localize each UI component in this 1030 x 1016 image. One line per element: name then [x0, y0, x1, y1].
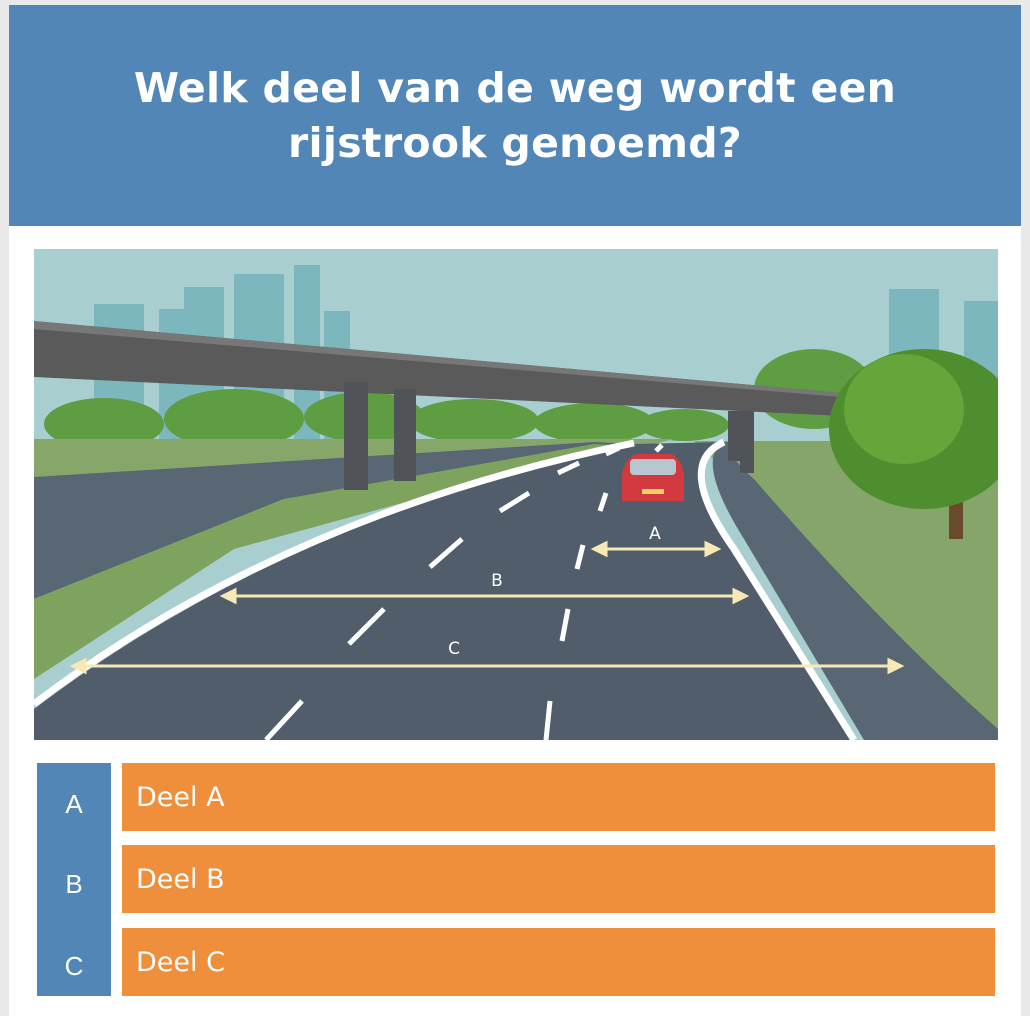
answer-label: Deel B — [136, 863, 225, 895]
label-a: A — [649, 524, 661, 544]
answer-letter-a: A — [65, 789, 83, 819]
question-header: Welk deel van de weg wordt een rijstrook… — [9, 5, 1021, 226]
question-title: Welk deel van de weg wordt een rijstrook… — [133, 63, 897, 167]
answer-button-a[interactable]: Deel A — [122, 763, 995, 831]
answer-label: Deel A — [136, 781, 225, 813]
label-b: B — [491, 571, 503, 591]
answer-letter-b: B — [65, 869, 83, 899]
road-illustration: A B C — [34, 249, 998, 740]
question-card: Welk deel van de weg wordt een rijstrook… — [9, 5, 1021, 1016]
answer-letter-c: C — [64, 951, 84, 981]
answer-button-c[interactable]: Deel C — [122, 928, 995, 996]
label-c: C — [448, 639, 460, 659]
answer-label: Deel C — [136, 946, 225, 978]
answer-letter-column: A B C — [37, 763, 111, 996]
answer-button-b[interactable]: Deel B — [122, 845, 995, 913]
